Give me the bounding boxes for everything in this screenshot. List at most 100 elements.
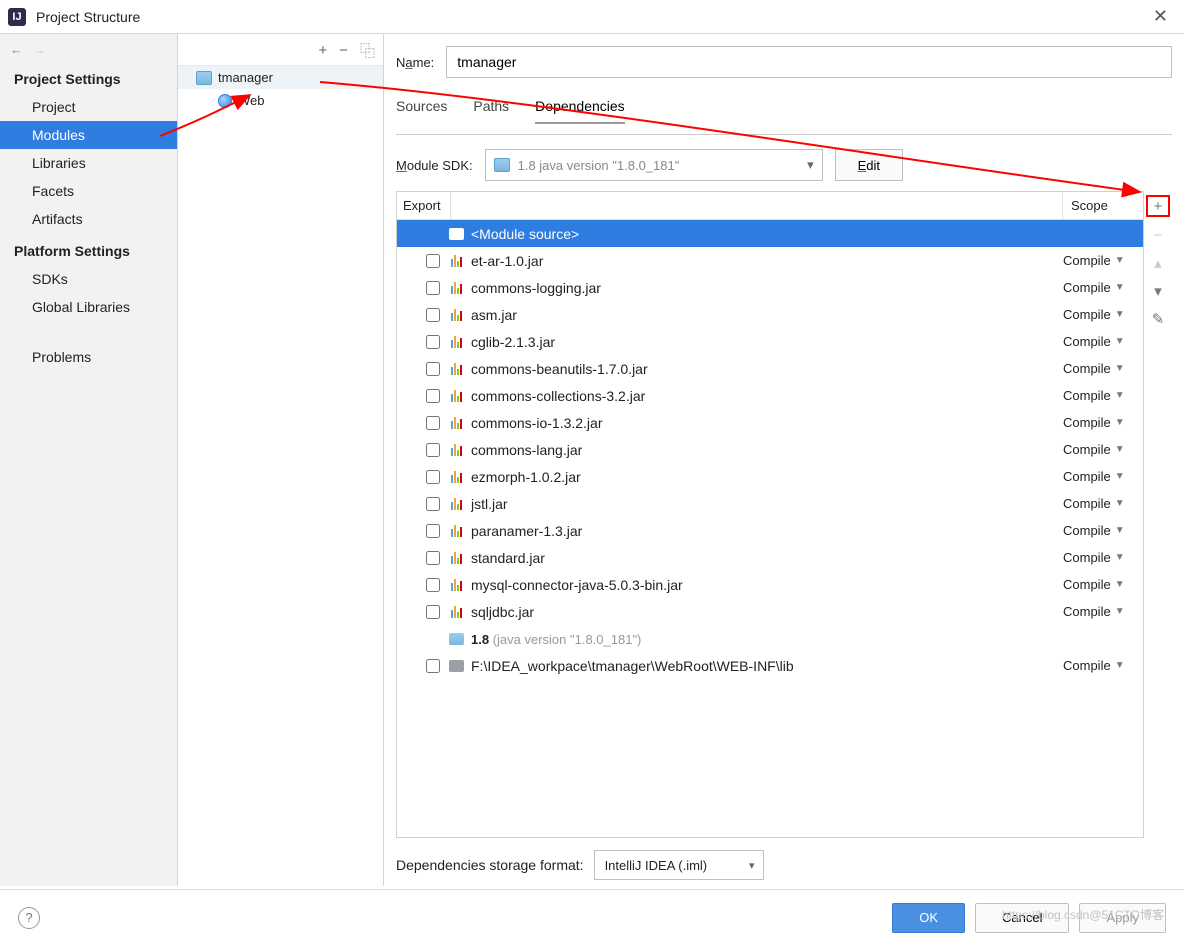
export-checkbox[interactable] xyxy=(426,659,440,673)
export-checkbox[interactable] xyxy=(426,524,440,538)
dependency-scope[interactable]: Compile▼ xyxy=(1063,469,1137,484)
export-checkbox[interactable] xyxy=(426,308,440,322)
export-checkbox[interactable] xyxy=(426,389,440,403)
dependency-row[interactable]: standard.jarCompile▼ xyxy=(397,544,1143,571)
dependency-tools: + − ▴ ▾ ✎ xyxy=(1144,191,1172,838)
dependency-row[interactable]: ezmorph-1.0.2.jarCompile▼ xyxy=(397,463,1143,490)
tab-paths[interactable]: Paths xyxy=(473,90,535,134)
export-checkbox[interactable] xyxy=(426,416,440,430)
jar-icon xyxy=(447,443,465,456)
export-checkbox[interactable] xyxy=(426,281,440,295)
nav-back-icon[interactable]: ← xyxy=(10,42,23,57)
dependency-row[interactable]: mysql-connector-java-5.0.3-bin.jarCompil… xyxy=(397,571,1143,598)
tree-item-web[interactable]: Web xyxy=(178,89,383,112)
tab-sources[interactable]: Sources xyxy=(396,90,473,134)
nav-project[interactable]: Project xyxy=(0,93,177,121)
storage-format-select[interactable]: IntelliJ IDEA (.iml) xyxy=(594,850,764,880)
tree-remove-icon[interactable]: − xyxy=(339,42,348,59)
module-sdk-value: 1.8 java version "1.8.0_181" xyxy=(518,158,680,173)
dependency-scope[interactable]: Compile▼ xyxy=(1063,496,1137,511)
settings-sidebar: ← → Project Settings Project Modules Lib… xyxy=(0,34,178,886)
tree-add-icon[interactable]: + xyxy=(318,42,327,59)
export-checkbox[interactable] xyxy=(426,578,440,592)
dependency-scope[interactable]: Compile▼ xyxy=(1063,415,1137,430)
dependency-row[interactable]: commons-beanutils-1.7.0.jarCompile▼ xyxy=(397,355,1143,382)
dependency-scope[interactable]: Compile▼ xyxy=(1063,658,1137,673)
export-checkbox[interactable] xyxy=(426,335,440,349)
dependency-row[interactable]: commons-logging.jarCompile▼ xyxy=(397,274,1143,301)
export-checkbox[interactable] xyxy=(426,470,440,484)
dependency-row[interactable]: F:\IDEA_workpace\tmanager\WebRoot\WEB-IN… xyxy=(397,652,1143,679)
dependency-row[interactable]: paranamer-1.3.jarCompile▼ xyxy=(397,517,1143,544)
ok-button[interactable]: OK xyxy=(892,903,965,933)
dep-remove-icon[interactable]: − xyxy=(1154,227,1163,244)
export-checkbox[interactable] xyxy=(426,443,440,457)
dep-add-icon[interactable]: + xyxy=(1154,198,1163,215)
dependency-name: paranamer-1.3.jar xyxy=(471,523,1063,539)
dependency-scope[interactable]: Compile▼ xyxy=(1063,307,1137,322)
export-checkbox[interactable] xyxy=(426,551,440,565)
dependency-name: F:\IDEA_workpace\tmanager\WebRoot\WEB-IN… xyxy=(471,658,1063,674)
dependency-row[interactable]: sqljdbc.jarCompile▼ xyxy=(397,598,1143,625)
dependency-row[interactable]: commons-lang.jarCompile▼ xyxy=(397,436,1143,463)
tree-item-tmanager[interactable]: tmanager xyxy=(178,66,383,89)
jar-icon xyxy=(447,254,465,267)
nav-artifacts[interactable]: Artifacts xyxy=(0,205,177,233)
sdk-edit-button[interactable]: Edit xyxy=(835,149,903,181)
dependency-row[interactable]: <Module source> xyxy=(397,220,1143,247)
section-platform-settings: Platform Settings xyxy=(0,233,177,265)
sdk-icon xyxy=(447,633,465,645)
dependency-scope[interactable]: Compile▼ xyxy=(1063,334,1137,349)
dependency-scope[interactable]: Compile▼ xyxy=(1063,388,1137,403)
nav-problems[interactable]: Problems xyxy=(0,343,177,371)
dep-move-up-icon[interactable]: ▴ xyxy=(1154,254,1162,272)
tab-dependencies[interactable]: Dependencies xyxy=(535,90,651,134)
nav-global-libraries[interactable]: Global Libraries xyxy=(0,293,177,321)
export-checkbox[interactable] xyxy=(426,497,440,511)
storage-format-label: Dependencies storage format: xyxy=(396,857,584,873)
close-icon[interactable]: ✕ xyxy=(1145,6,1176,27)
dependency-scope[interactable]: Compile▼ xyxy=(1063,550,1137,565)
module-sdk-select[interactable]: 1.8 java version "1.8.0_181" ▾ xyxy=(485,149,823,181)
tree-copy-icon[interactable]: ⿻ xyxy=(360,40,375,61)
dependency-row[interactable]: commons-io-1.3.2.jarCompile▼ xyxy=(397,409,1143,436)
module-details-panel: Name: Sources Paths Dependencies Module … xyxy=(384,34,1184,886)
dependency-name: jstl.jar xyxy=(471,496,1063,512)
dependency-scope[interactable]: Compile▼ xyxy=(1063,253,1137,268)
nav-facets[interactable]: Facets xyxy=(0,177,177,205)
nav-forward-icon[interactable]: → xyxy=(33,42,46,57)
module-name-input[interactable] xyxy=(446,46,1172,78)
nav-modules[interactable]: Modules xyxy=(0,121,177,149)
nav-sdks[interactable]: SDKs xyxy=(0,265,177,293)
nav-libraries[interactable]: Libraries xyxy=(0,149,177,177)
export-checkbox[interactable] xyxy=(426,605,440,619)
dependency-row[interactable]: cglib-2.1.3.jarCompile▼ xyxy=(397,328,1143,355)
jar-icon xyxy=(447,497,465,510)
help-icon[interactable]: ? xyxy=(18,907,40,929)
export-checkbox[interactable] xyxy=(426,254,440,268)
dependency-row[interactable]: commons-collections-3.2.jarCompile▼ xyxy=(397,382,1143,409)
dep-edit-icon[interactable]: ✎ xyxy=(1152,310,1165,328)
module-folder-icon xyxy=(196,71,212,85)
dependency-scope[interactable]: Compile▼ xyxy=(1063,604,1137,619)
dependency-scope[interactable]: Compile▼ xyxy=(1063,280,1137,295)
dependency-scope[interactable]: Compile▼ xyxy=(1063,361,1137,376)
dependency-row[interactable]: 1.8 (java version "1.8.0_181") xyxy=(397,625,1143,652)
dependency-row[interactable]: asm.jarCompile▼ xyxy=(397,301,1143,328)
dependency-name: commons-logging.jar xyxy=(471,280,1063,296)
jar-icon xyxy=(447,362,465,375)
dependency-scope[interactable]: Compile▼ xyxy=(1063,442,1137,457)
dependency-scope[interactable]: Compile▼ xyxy=(1063,523,1137,538)
dependency-row[interactable]: jstl.jarCompile▼ xyxy=(397,490,1143,517)
dependency-row[interactable]: et-ar-1.0.jarCompile▼ xyxy=(397,247,1143,274)
module-sdk-label: Module SDK: xyxy=(396,157,473,173)
jar-icon xyxy=(447,470,465,483)
dependency-name: et-ar-1.0.jar xyxy=(471,253,1063,269)
dependency-scope[interactable]: Compile▼ xyxy=(1063,577,1137,592)
web-facet-icon xyxy=(218,94,232,108)
folder-icon xyxy=(447,228,465,240)
dependency-name: mysql-connector-java-5.0.3-bin.jar xyxy=(471,577,1063,593)
dep-move-down-icon[interactable]: ▾ xyxy=(1154,282,1162,300)
export-checkbox[interactable] xyxy=(426,362,440,376)
window-title: Project Structure xyxy=(36,9,140,25)
